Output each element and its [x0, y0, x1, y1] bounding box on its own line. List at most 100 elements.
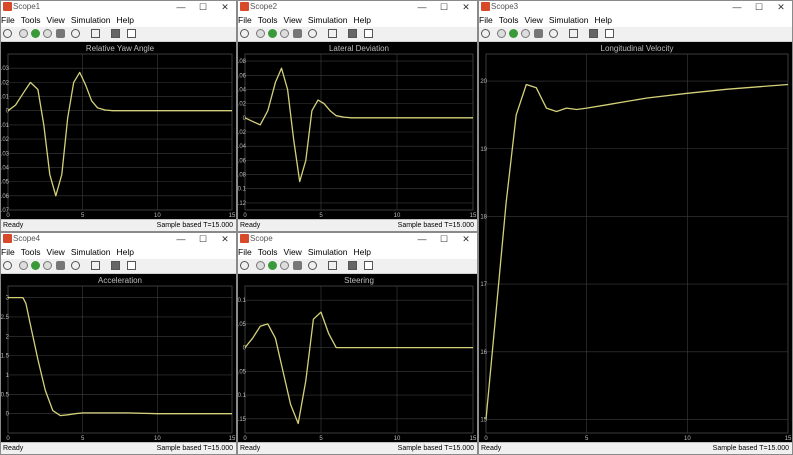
maximize-button[interactable]: ☐ [748, 1, 770, 13]
signal-trace [8, 296, 232, 417]
menu-simulation[interactable]: Simulation [71, 247, 111, 257]
menu-tools[interactable]: Tools [499, 15, 519, 25]
minimize-button[interactable]: — [170, 1, 192, 13]
plot-frame [244, 285, 474, 434]
run-icon[interactable] [268, 261, 277, 270]
step-back-icon[interactable] [19, 261, 28, 270]
run-icon[interactable] [31, 261, 40, 270]
run-icon[interactable] [509, 29, 518, 38]
minimize-button[interactable]: — [726, 1, 748, 13]
minimize-button[interactable]: — [411, 1, 433, 13]
triggers-icon[interactable] [111, 29, 120, 38]
menu-view[interactable]: View [284, 15, 302, 25]
step-forward-icon[interactable] [521, 29, 530, 38]
step-back-icon[interactable] [256, 261, 265, 270]
scope-window: Scope3— ☐ ✕ File Tools View Simulation Help 0 5 10… [478, 0, 793, 455]
stop-icon[interactable] [534, 29, 543, 38]
step-back-icon[interactable] [256, 29, 265, 38]
step-forward-icon[interactable] [280, 261, 289, 270]
matlab-logo-icon [481, 2, 490, 11]
y-tick-label: 0.02 [1, 80, 10, 86]
menu-file[interactable]: File [238, 247, 252, 257]
style-icon[interactable] [127, 261, 136, 270]
menu-view[interactable]: View [47, 247, 65, 257]
zoom-icon[interactable] [71, 261, 80, 270]
triggers-icon[interactable] [348, 261, 357, 270]
step-back-icon[interactable] [497, 29, 506, 38]
y-tick-label: 18 [480, 214, 487, 220]
settings-icon[interactable] [3, 29, 12, 38]
zoom-icon[interactable] [549, 29, 558, 38]
menu-help[interactable]: Help [595, 15, 612, 25]
zoom-icon[interactable] [308, 261, 317, 270]
settings-icon[interactable] [3, 261, 12, 270]
maximize-button[interactable]: ☐ [192, 1, 214, 13]
menu-simulation[interactable]: Simulation [308, 15, 348, 25]
menu-view[interactable]: View [525, 15, 543, 25]
style-icon[interactable] [364, 261, 373, 270]
menu-file[interactable]: File [479, 15, 493, 25]
menu-view[interactable]: View [284, 247, 302, 257]
stop-icon[interactable] [293, 29, 302, 38]
menu-tools[interactable]: Tools [258, 247, 278, 257]
menu-help[interactable]: Help [354, 15, 371, 25]
run-icon[interactable] [268, 29, 277, 38]
minimize-button[interactable]: — [411, 233, 433, 245]
menu-tools[interactable]: Tools [21, 15, 41, 25]
step-forward-icon[interactable] [43, 261, 52, 270]
menu-tools[interactable]: Tools [21, 247, 41, 257]
menu-help[interactable]: Help [354, 247, 371, 257]
triggers-icon[interactable] [589, 29, 598, 38]
fit-to-view-icon[interactable] [91, 29, 100, 38]
triggers-icon[interactable] [111, 261, 120, 270]
maximize-button[interactable]: ☐ [192, 233, 214, 245]
title-bar[interactable]: Scope2 — ☐ ✕ [238, 1, 477, 13]
minimize-button[interactable]: — [170, 233, 192, 245]
menu-bar: File Tools View Simulation Help [238, 13, 477, 27]
scope-plot: 0 5 10 15 3 2.5 2 1.5 1 0.5 0 Acceleration [1, 274, 236, 443]
close-button[interactable]: ✕ [455, 233, 477, 245]
title-bar[interactable]: Scope4 — ☐ ✕ [1, 233, 236, 245]
menu-file[interactable]: File [1, 247, 15, 257]
close-button[interactable]: ✕ [770, 1, 792, 13]
style-icon[interactable] [127, 29, 136, 38]
scope-plot: 0510150.10.050-0.05-0.1-0.15Steering [238, 274, 477, 443]
title-bar[interactable]: Scope1 — ☐ ✕ [1, 1, 236, 13]
y-tick-label: 0.05 [238, 322, 247, 328]
step-forward-icon[interactable] [280, 29, 289, 38]
fit-to-view-icon[interactable] [328, 29, 337, 38]
menu-help[interactable]: Help [117, 15, 134, 25]
fit-to-view-icon[interactable] [569, 29, 578, 38]
fit-to-view-icon[interactable] [91, 261, 100, 270]
menu-simulation[interactable]: Simulation [308, 247, 348, 257]
menu-help[interactable]: Help [117, 247, 134, 257]
stop-icon[interactable] [56, 29, 65, 38]
maximize-button[interactable]: ☐ [433, 233, 455, 245]
close-button[interactable]: ✕ [214, 233, 236, 245]
stop-icon[interactable] [56, 261, 65, 270]
title-bar[interactable]: Scope3 — ☐ ✕ [479, 1, 792, 13]
fit-to-view-icon[interactable] [328, 261, 337, 270]
menu-simulation[interactable]: Simulation [71, 15, 111, 25]
stop-icon[interactable] [293, 261, 302, 270]
menu-file[interactable]: File [1, 15, 15, 25]
title-bar[interactable]: Scope — ☐ ✕ [238, 233, 477, 245]
step-forward-icon[interactable] [43, 29, 52, 38]
menu-tools[interactable]: Tools [258, 15, 278, 25]
zoom-icon[interactable] [71, 29, 80, 38]
step-back-icon[interactable] [19, 29, 28, 38]
menu-view[interactable]: View [47, 15, 65, 25]
settings-icon[interactable] [240, 29, 249, 38]
close-button[interactable]: ✕ [455, 1, 477, 13]
settings-icon[interactable] [481, 29, 490, 38]
style-icon[interactable] [364, 29, 373, 38]
maximize-button[interactable]: ☐ [433, 1, 455, 13]
settings-icon[interactable] [240, 261, 249, 270]
menu-file[interactable]: File [238, 15, 252, 25]
triggers-icon[interactable] [348, 29, 357, 38]
style-icon[interactable] [605, 29, 614, 38]
zoom-icon[interactable] [308, 29, 317, 38]
menu-simulation[interactable]: Simulation [549, 15, 589, 25]
run-icon[interactable] [31, 29, 40, 38]
close-button[interactable]: ✕ [214, 1, 236, 13]
